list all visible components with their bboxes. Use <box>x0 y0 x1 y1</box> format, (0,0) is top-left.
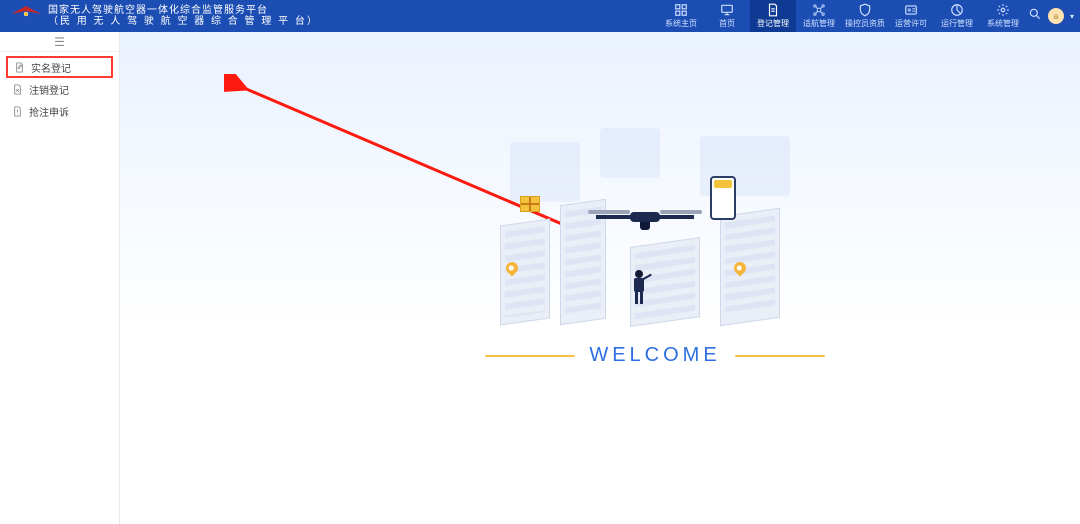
nav-label: 系统主页 <box>665 18 697 29</box>
shield-icon <box>858 3 872 17</box>
monitor-icon <box>720 3 734 17</box>
sidebar-item-appeal[interactable]: 抢注申诉 <box>6 100 113 122</box>
nav-airworthiness[interactable]: 适航管理 <box>796 0 842 32</box>
header-right: a ▾ <box>1028 0 1074 32</box>
logo-emblem-icon <box>10 4 42 29</box>
nav-system-home[interactable]: 系统主页 <box>658 0 704 32</box>
nav-label: 运行管理 <box>941 18 973 29</box>
sidebar-collapse-button[interactable]: ☰ <box>0 32 119 52</box>
brand-block: 国家无人驾驶航空器一体化综合监管服务平台 （民 用 无 人 驾 驶 航 空 器 … <box>10 4 319 29</box>
sidebar-item-deregistration[interactable]: 注销登记 <box>6 78 113 100</box>
nav-operator-qual[interactable]: 操控员资质 <box>842 0 888 32</box>
welcome-text: WELCOME <box>589 344 720 367</box>
nav-home[interactable]: 首页 <box>704 0 750 32</box>
sidebar: ☰ 实名登记 注销登记 抢注申诉 <box>0 32 120 524</box>
nav-label: 操控员资质 <box>845 18 885 29</box>
header-bar: 国家无人驾驶航空器一体化综合监管服务平台 （民 用 无 人 驾 驶 航 空 器 … <box>0 0 1080 32</box>
welcome-row: WELCOME <box>470 344 840 367</box>
nav-registration[interactable]: 登记管理 <box>750 0 796 32</box>
divider-left <box>485 355 575 357</box>
brand-title-line2: （民 用 无 人 驾 驶 航 空 器 综 合 管 理 平 台） <box>48 16 319 27</box>
gift-box-icon <box>520 196 540 212</box>
nav-system-management[interactable]: 系统管理 <box>980 0 1026 32</box>
smartphone-icon <box>710 176 736 220</box>
search-icon[interactable] <box>1028 7 1042 26</box>
document-edit-icon <box>14 62 25 73</box>
top-nav: 系统主页 首页 登记管理 适航管理 操控员资质 运营许可 运行管理 系统管理 <box>658 0 1026 32</box>
nav-ops-management[interactable]: 运行管理 <box>934 0 980 32</box>
radar-icon <box>950 3 964 17</box>
divider-right <box>735 355 825 357</box>
user-avatar[interactable]: a <box>1048 8 1064 24</box>
drone-icon <box>812 3 826 17</box>
nav-label: 运营许可 <box>895 18 927 29</box>
hamburger-icon: ☰ <box>54 35 65 49</box>
welcome-illustration <box>500 142 810 342</box>
person-icon <box>630 270 648 304</box>
sidebar-item-label: 抢注申诉 <box>29 104 69 119</box>
sidebar-item-label: 注销登记 <box>29 82 69 97</box>
drone-illustration-icon <box>590 202 700 232</box>
document-alert-icon <box>12 106 23 117</box>
gear-icon <box>996 3 1010 17</box>
nav-label: 系统管理 <box>987 18 1019 29</box>
document-icon <box>766 3 780 17</box>
main-content: WELCOME <box>120 32 1080 524</box>
nav-label: 首页 <box>719 18 735 29</box>
sidebar-item-realname-registration[interactable]: 实名登记 <box>6 56 113 78</box>
grid-icon <box>674 3 688 17</box>
nav-label: 适航管理 <box>803 18 835 29</box>
nav-label: 登记管理 <box>757 18 789 29</box>
document-x-icon <box>12 84 23 95</box>
nav-operating-license[interactable]: 运营许可 <box>888 0 934 32</box>
chevron-down-icon[interactable]: ▾ <box>1070 12 1074 21</box>
brand-title-line1: 国家无人驾驶航空器一体化综合监管服务平台 <box>48 5 319 16</box>
id-card-icon <box>904 3 918 17</box>
sidebar-item-label: 实名登记 <box>31 60 71 75</box>
